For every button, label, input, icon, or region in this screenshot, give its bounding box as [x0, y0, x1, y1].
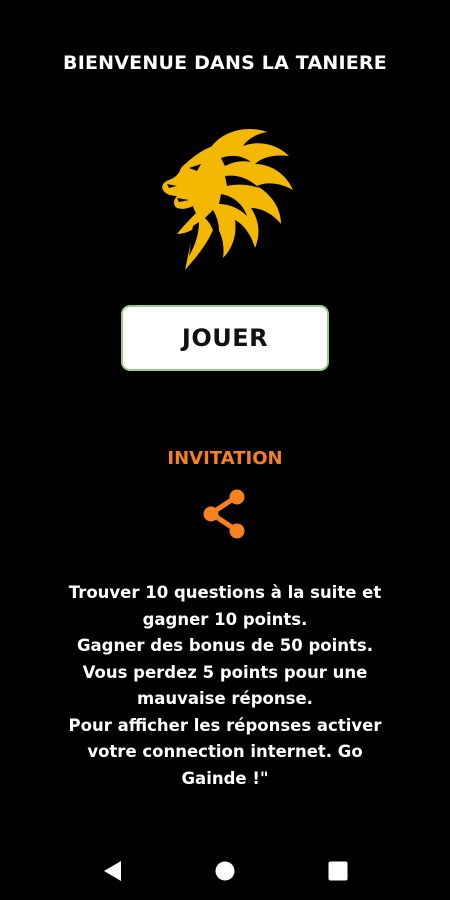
- share-icon[interactable]: [200, 488, 250, 540]
- system-nav-bar: [0, 840, 450, 900]
- rules-line: Trouver 10 questions à la suite et: [68, 583, 382, 602]
- lion-head-icon: [162, 128, 293, 270]
- back-button[interactable]: [97, 856, 127, 886]
- rules-line: Gagner des bonus de 50 points.: [76, 636, 374, 655]
- play-button-label: JOUER: [181, 324, 269, 352]
- home-button[interactable]: [210, 856, 240, 886]
- invitation-label: INVITATION: [167, 448, 283, 469]
- back-triangle-icon: [104, 861, 121, 881]
- rules-line: Pour afficher les réponses activer: [68, 715, 382, 735]
- recents-square-icon: [328, 861, 348, 881]
- rules-line: gagner 10 points.: [142, 609, 308, 629]
- rules-text: Trouver 10 questions à la suite et gagne…: [20, 580, 430, 792]
- rules-line: votre connection internet. Go: [87, 742, 363, 761]
- page-title: BIENVENUE DANS LA TANIERE: [63, 52, 387, 74]
- home-circle-icon: [215, 861, 235, 881]
- rules-line: Vous perdez 5 points pour une: [82, 662, 368, 682]
- play-button[interactable]: JOUER: [121, 305, 329, 371]
- recents-button[interactable]: [323, 856, 353, 886]
- rules-line: Gainde !": [181, 768, 269, 788]
- rules-line: mauvaise réponse.: [137, 689, 313, 708]
